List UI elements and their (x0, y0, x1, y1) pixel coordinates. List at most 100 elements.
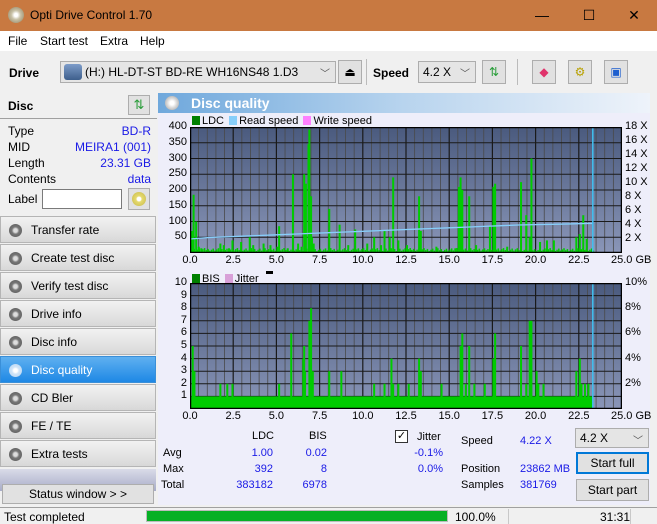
y-tick-label: 200 (168, 183, 187, 195)
start-part-button[interactable]: Start part (576, 479, 649, 501)
menu-start-test[interactable]: Start test (40, 34, 88, 48)
ldc-bar (304, 183, 307, 253)
disc-refresh-button[interactable]: ⇅ (128, 95, 150, 115)
x-tick-label: 10.0 (352, 410, 374, 422)
jitter-checkbox[interactable]: ✓ (395, 430, 408, 443)
bis-bar (578, 358, 581, 409)
ldc-bar (310, 237, 313, 253)
toolbar-separator (366, 59, 367, 85)
menu-extra[interactable]: Extra (100, 34, 128, 48)
y-tick-label: 350 (168, 135, 187, 148)
ldc-bar (195, 221, 198, 253)
y-tick-label: 2 (180, 376, 187, 389)
nav-disc-info[interactable]: Disc info (0, 328, 156, 355)
status-window-button[interactable]: Status window > > (2, 484, 154, 504)
ldc-bar (545, 240, 548, 253)
type-label: Type (8, 124, 35, 138)
samples-label: Samples (461, 479, 504, 491)
y-tick-label: 9 (180, 288, 187, 301)
y2-tick-label: 10% (625, 276, 648, 288)
drive-select[interactable]: (H:) HL-DT-ST BD-RE WH16NS48 1.D3 ﹀ (60, 61, 336, 83)
status-separator (508, 509, 509, 524)
maximize-button[interactable]: ☐ (566, 0, 612, 31)
y2-tick-label: 8% (625, 301, 641, 314)
transfer-rate-icon (9, 224, 22, 237)
close-button[interactable]: ✕ (611, 0, 657, 31)
nav-label: Disc info (31, 335, 78, 349)
y-tick-label: 7 (180, 313, 187, 326)
nav-fe-te[interactable]: FE / TE (0, 412, 156, 439)
ldc-bar (582, 215, 585, 253)
test-speed-select[interactable]: 4.2 X ﹀ (575, 428, 649, 448)
y-tick-label: 400 (168, 120, 187, 132)
start-full-button[interactable]: Start full (576, 452, 649, 474)
bis-bar (383, 383, 386, 409)
x-tick-label: 15.0 (438, 410, 460, 422)
bis-bar (542, 383, 545, 409)
ldc-bar (388, 237, 391, 253)
bis-bar (530, 320, 533, 409)
label-label: Label (8, 192, 38, 206)
ldc-bar (240, 241, 243, 253)
menu-bar: File Start test Extra Help (0, 31, 657, 51)
speed-select[interactable]: 4.2 X ﹀ (418, 61, 476, 83)
y2-tick-label: 4 X (625, 218, 642, 230)
legend-ldc: LDC (202, 115, 225, 127)
x-tick-label: 25.0 GB (611, 410, 652, 422)
col-bis: BIS (309, 430, 327, 442)
nav-extra-tests[interactable]: Extra tests (0, 440, 156, 467)
refresh-speed-button[interactable]: ⇅ (482, 60, 506, 84)
y-tick-label: 1 (180, 389, 187, 402)
x-tick-label: 17.5 (481, 410, 504, 422)
nav-cd-bler[interactable]: CD Bler (0, 384, 156, 411)
nav-label: Verify test disc (31, 279, 109, 293)
nav-disc-quality[interactable]: Disc quality (0, 356, 156, 383)
app-icon (8, 7, 24, 23)
panel-header: Disc quality (158, 93, 650, 113)
ldc-bar (528, 237, 531, 253)
ldc-bar (338, 224, 341, 253)
y-tick-label: 300 (168, 151, 187, 164)
ldc-bar (457, 186, 460, 253)
bis-bar (418, 358, 421, 409)
minimize-button[interactable]: — (519, 0, 565, 31)
fe-te-icon (9, 420, 22, 433)
eraser-icon: ◆ (539, 65, 549, 79)
nav-label: CD Bler (31, 391, 74, 405)
title-bar: Opti Drive Control 1.70 — ☐ ✕ (0, 0, 657, 31)
chevron-down-icon: ﹀ (460, 69, 470, 80)
x-tick-label: 15.0 (438, 254, 460, 266)
nav-verify-test-disc[interactable]: Verify test disc (0, 272, 156, 299)
ldc-bar (231, 240, 234, 253)
y2-tick-label: 2 X (625, 232, 642, 244)
extra-tests-icon (9, 448, 22, 461)
nav-drive-info[interactable]: Drive info (0, 300, 156, 327)
y-tick-label: 100 (168, 214, 187, 227)
total-bis: 6978 (302, 479, 327, 491)
bis-bar (535, 371, 538, 409)
label-apply-button[interactable] (128, 188, 150, 210)
ldc-bar (392, 177, 395, 253)
erase-button[interactable]: ◆ (532, 60, 556, 84)
bis-bar (473, 383, 476, 409)
disc-contents-row: Contents data (8, 172, 151, 188)
y-tick-label: 3 (180, 364, 187, 377)
y2-tick-label: 12 X (625, 162, 648, 174)
y-tick-label: 8 (180, 301, 187, 314)
menu-help[interactable]: Help (140, 34, 165, 48)
avg-label: Avg (163, 447, 182, 459)
bis-bar (483, 383, 486, 409)
disc-icon (132, 192, 146, 206)
nav-transfer-rate[interactable]: Transfer rate (0, 216, 156, 243)
x-tick-label: 25.0 GB (611, 254, 652, 266)
label-input[interactable] (42, 189, 122, 209)
nav-create-test-disc[interactable]: Create test disc (0, 244, 156, 271)
nav-label: Disc quality (31, 363, 93, 377)
nav-label: Drive info (31, 307, 82, 321)
x-tick-label: 2.5 (225, 410, 241, 422)
eject-button[interactable]: ⏏ (338, 60, 362, 84)
save-button[interactable]: ▣ (604, 60, 628, 84)
speed-value: 4.2 X (423, 65, 452, 79)
menu-file[interactable]: File (8, 34, 27, 48)
settings-button[interactable]: ⚙ (568, 60, 592, 84)
